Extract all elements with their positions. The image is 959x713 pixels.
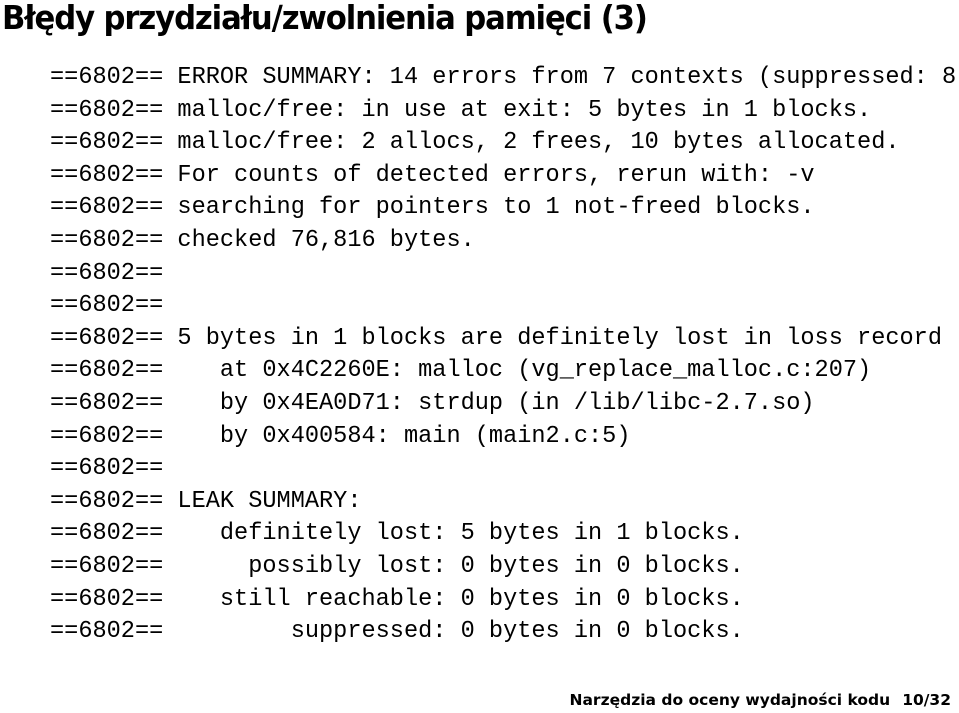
output-line: ==6802== suppressed: 0 bytes in 0 blocks… — [50, 618, 744, 646]
output-line: ==6802== by 0x400584: main (main2.c:5) — [50, 422, 631, 450]
output-line: ==6802== at 0x4C2260E: malloc (vg_replac… — [50, 357, 872, 385]
output-line: ==6802== checked 76,816 bytes. — [50, 226, 475, 254]
output-line: ==6802== by 0x4EA0D71: strdup (in /lib/l… — [50, 389, 815, 417]
output-line: ==6802== definitely lost: 5 bytes in 1 b… — [50, 520, 744, 548]
output-line: ==6802== possibly lost: 0 bytes in 0 blo… — [50, 552, 744, 580]
output-line: ==6802== For counts of detected errors, … — [50, 161, 815, 189]
output-line: ==6802== 5 bytes in 1 blocks are definit… — [50, 324, 942, 352]
output-line: ==6802== LEAK SUMMARY: — [50, 487, 362, 515]
page-number: 10/32 — [902, 691, 951, 709]
footer-title: Narzędzia do oceny wydajności kodu — [569, 691, 891, 709]
slide-title: Błędy przydziału/zwolnienia pamięci (3) — [2, 0, 648, 37]
output-line: ==6802== searching for pointers to 1 not… — [50, 194, 815, 222]
output-line: ==6802== — [50, 292, 164, 320]
valgrind-output: ==6802== ERROR SUMMARY: 14 errors from 7… — [50, 62, 956, 649]
output-line: ==6802== — [50, 455, 164, 483]
output-line: ==6802== — [50, 259, 164, 287]
slide-footer: Narzędzia do oceny wydajności kodu 10/32 — [570, 691, 952, 709]
output-line: ==6802== malloc/free: 2 allocs, 2 frees,… — [50, 129, 900, 157]
output-line: ==6802== ERROR SUMMARY: 14 errors from 7… — [50, 64, 957, 91]
output-line: ==6802== still reachable: 0 bytes in 0 b… — [50, 585, 744, 613]
output-line: ==6802== malloc/free: in use at exit: 5 … — [50, 96, 872, 124]
